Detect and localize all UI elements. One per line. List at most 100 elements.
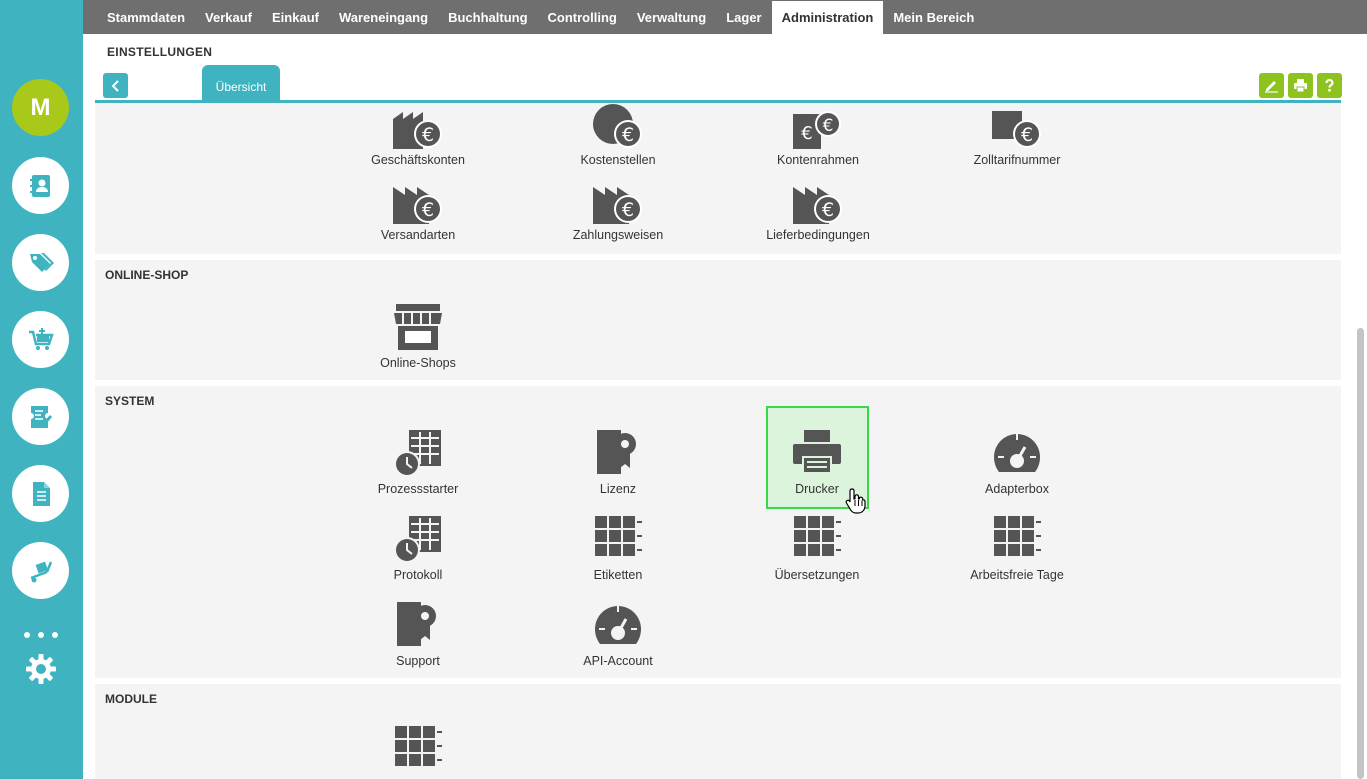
chevron-left-icon	[111, 79, 119, 92]
sidebar-contacts-button[interactable]	[12, 157, 69, 214]
factory-euro-icon: €	[393, 187, 442, 224]
tile-label: Versandarten	[380, 228, 456, 242]
gear-icon[interactable]	[25, 653, 57, 685]
nav-verwaltung[interactable]: Verwaltung	[627, 0, 716, 34]
svg-text:€: €	[823, 116, 834, 136]
document-icon	[32, 481, 50, 506]
grid-list-icon	[794, 516, 841, 556]
factory-euro-icon: €	[593, 187, 642, 224]
tile-label: API-Account	[583, 654, 653, 668]
grid-list-icon	[595, 516, 642, 556]
tile-api-account[interactable]: API-Account	[543, 594, 693, 678]
table-clock-icon	[394, 516, 441, 563]
print-button[interactable]	[1288, 73, 1313, 98]
vertical-scrollbar[interactable]	[1354, 103, 1367, 779]
tile-etiketten[interactable]: Etiketten	[543, 508, 693, 592]
tile-adapterbox[interactable]: Adapterbox	[942, 422, 1092, 506]
back-button[interactable]	[103, 73, 128, 98]
tile-online-shops[interactable]: Online-Shops	[343, 296, 493, 380]
svg-text:€: €	[622, 124, 634, 146]
tile-zahlungsweisen[interactable]: € Zahlungsweisen	[543, 168, 693, 252]
sidebar-sales-button[interactable]	[12, 234, 69, 291]
scroll-thumb[interactable]	[1357, 328, 1364, 779]
tile-zolltarifnummer[interactable]: € Zolltarifnummer	[942, 103, 1092, 177]
tile-lieferbedingungen[interactable]: € Lieferbedingungen	[743, 168, 893, 252]
contacts-book-icon	[29, 174, 50, 197]
svg-text:€: €	[422, 124, 434, 146]
tile-label: Zolltarifnummer	[973, 153, 1061, 167]
more-dots-icon[interactable]	[24, 628, 58, 642]
nav-wareneingang[interactable]: Wareneingang	[329, 0, 438, 34]
svg-text:€: €	[422, 199, 434, 221]
tile-label: Arbeitsfreie Tage	[970, 568, 1064, 582]
tile-label: Lieferbedingungen	[766, 228, 870, 242]
tile-protokoll[interactable]: Protokoll	[343, 508, 493, 592]
certificate-icon	[597, 430, 636, 474]
sidebar-receiving-button[interactable]	[12, 388, 69, 445]
gauge-icon	[994, 434, 1040, 472]
tile-uebersetzungen[interactable]: Übersetzungen	[742, 508, 892, 592]
grid-list-icon	[994, 516, 1041, 556]
tile-geschaeftskonten[interactable]: € Geschäftskonten	[343, 103, 493, 177]
factory-euro-icon: €	[793, 187, 842, 224]
section-module: MODULE	[95, 684, 1341, 779]
tile-label: Etiketten	[593, 568, 643, 582]
tile-label: Übersetzungen	[774, 568, 860, 582]
gauge-icon	[595, 606, 641, 644]
certificate-icon	[397, 602, 436, 646]
tab-overview[interactable]: Übersicht	[202, 65, 280, 102]
section-online-shop: ONLINE-SHOP Online-Shops	[95, 260, 1341, 380]
tile-kontenrahmen[interactable]: € € Kontenrahmen	[743, 103, 893, 177]
sidebar-warehouse-button[interactable]	[12, 542, 69, 599]
tile-drucker[interactable]: Drucker	[742, 406, 892, 509]
nav-lager[interactable]: Lager	[716, 0, 771, 34]
tile-label: Geschäftskonten	[371, 153, 465, 167]
nav-buchhaltung[interactable]: Buchhaltung	[438, 0, 537, 34]
section-title: MODULE	[105, 692, 157, 706]
main-nav: Stammdaten Verkauf Einkauf Wareneingang …	[83, 0, 1367, 34]
nav-einkauf[interactable]: Einkauf	[262, 0, 329, 34]
help-icon	[1325, 78, 1334, 92]
section-title: SYSTEM	[105, 394, 155, 408]
svg-text:€: €	[801, 123, 812, 144]
edit-pencil-icon	[1265, 81, 1278, 93]
nav-controlling[interactable]: Controlling	[538, 0, 627, 34]
pie-euro-icon: €	[593, 104, 642, 148]
nav-administration[interactable]: Administration	[771, 0, 884, 34]
sidebar-purchase-button[interactable]	[12, 311, 69, 368]
tile-label: Kontenrahmen	[776, 153, 859, 167]
shopping-cart-icon	[28, 327, 54, 350]
app-window: M Stammdaten Verkauf Einkauf Wareneingan…	[0, 0, 1367, 779]
section-finance: € Geschäftskonten € Kostenstellen € € Kon…	[95, 103, 1341, 254]
edit-button[interactable]	[1259, 73, 1284, 98]
tile-label: Zahlungsweisen	[572, 228, 664, 242]
storefront-icon	[394, 304, 442, 350]
section-system: SYSTEM Prozessstarter Lizenz Drucker Ada…	[95, 386, 1341, 678]
price-tag-icon	[29, 252, 54, 272]
tile-prozessstarter[interactable]: Prozessstarter	[343, 422, 493, 506]
tile-versandarten[interactable]: € Versandarten	[343, 168, 493, 252]
settings-content: € Geschäftskonten € Kostenstellen € € Kon…	[95, 103, 1341, 779]
tile-lizenz[interactable]: Lizenz	[543, 422, 693, 506]
section-title: ONLINE-SHOP	[105, 268, 189, 282]
nav-verkauf[interactable]: Verkauf	[195, 0, 262, 34]
svg-text:€: €	[1021, 124, 1033, 146]
sidebar: M	[0, 0, 83, 779]
user-avatar[interactable]: M	[12, 79, 69, 136]
checklist-ticket-icon	[30, 405, 52, 428]
tile-label: Drucker	[795, 482, 839, 496]
print-icon	[1294, 79, 1307, 93]
tile-arbeitsfreie-tage[interactable]: Arbeitsfreie Tage	[942, 508, 1092, 592]
document-euro-icon: €	[992, 111, 1041, 148]
tile-label: Protokoll	[393, 568, 443, 582]
sidebar-documents-button[interactable]	[12, 465, 69, 522]
help-button[interactable]	[1317, 73, 1342, 98]
table-clock-icon	[394, 430, 441, 477]
svg-text:€: €	[622, 199, 634, 221]
tile-module-item[interactable]	[343, 718, 493, 779]
tile-kostenstellen[interactable]: € Kostenstellen	[543, 103, 693, 177]
nav-mein-bereich[interactable]: Mein Bereich	[883, 0, 984, 34]
nav-stammdaten[interactable]: Stammdaten	[97, 0, 195, 34]
tile-label: Lizenz	[599, 482, 637, 496]
tile-support[interactable]: Support	[343, 594, 493, 678]
